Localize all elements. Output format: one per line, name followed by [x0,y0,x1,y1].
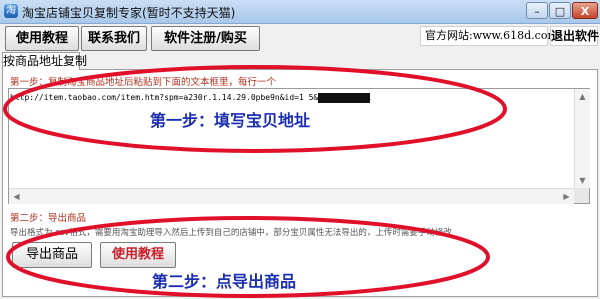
tab-copy-by-url[interactable]: 按商品地址复制 [2,52,87,70]
vertical-scrollbar[interactable]: ▲ ▼ [574,89,590,188]
window-title: 淘宝店铺宝贝复制专家(暂时不支持天猫) [22,6,236,20]
step2-label: 第二步：导出商品 [10,213,87,224]
contact-button[interactable]: 联系我们 [81,26,147,51]
minimize-button[interactable]: – [526,2,548,19]
step1-callout: 第一步：填写宝贝地址 [150,111,311,130]
register-button[interactable]: 软件注册/购买 [151,26,260,51]
app-logo-icon: 淘 [4,4,18,18]
website-link[interactable]: 官方网站:www.618d.com [420,26,558,46]
step1-label: 第一步：复制淘宝商品地址后粘贴到下面的文本框里，每行一个 [10,77,277,88]
step2-callout: 第二步：点导出商品 [152,272,297,291]
redacted-block [318,93,370,103]
arrow-up-icon[interactable]: ▲ [575,89,590,104]
horizontal-scrollbar[interactable]: ◀ ▶ [9,188,574,204]
export-description: 导出格式为 csv格式，需要用淘宝助理导入然后上传到自己的店铺中，部分宝贝属性无… [10,228,452,238]
url-input[interactable] [8,88,590,204]
title-bar: 淘 淘宝店铺宝贝复制专家(暂时不支持天猫) – □ X [0,0,600,24]
arrow-down-icon[interactable]: ▼ [575,173,590,188]
exit-button[interactable]: 退出软件 [550,26,599,46]
help-button[interactable]: 使用教程 [5,26,79,51]
close-button[interactable]: X [572,2,598,19]
tutorial-button[interactable]: 使用教程 [100,242,176,268]
scrollbar-corner [574,188,589,203]
maximize-button[interactable]: □ [549,2,571,19]
export-button[interactable]: 导出商品 [12,242,92,268]
arrow-right-icon[interactable]: ▶ [559,189,574,204]
arrow-left-icon[interactable]: ◀ [9,189,24,204]
